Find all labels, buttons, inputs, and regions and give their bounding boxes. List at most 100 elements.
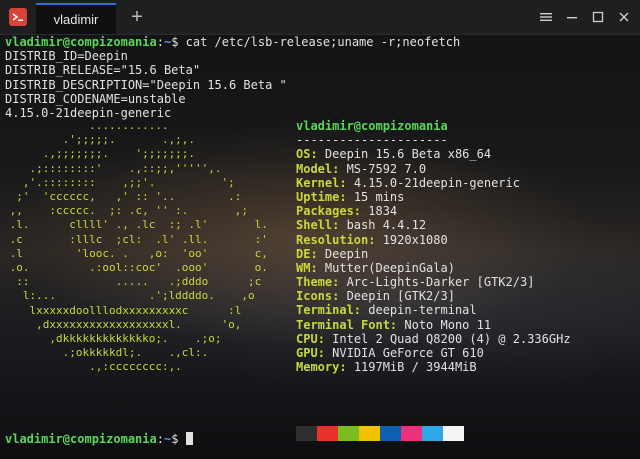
info-row: Kernel: 4.15.0-21deepin-generic (296, 175, 520, 190)
info-value: Arc-Lights-Darker [GTK2/3] (346, 275, 535, 290)
color-swatch (359, 426, 380, 441)
info-key: Model (296, 161, 333, 176)
logo-line: .l 'looc. . ,o: 'oo' c, (3, 246, 268, 260)
neofetch-info: vladimir@compizomania ------------------… (296, 119, 571, 374)
logo-line: ,, :ccccc. ;: .c, '' :. ,; (3, 204, 249, 218)
output-line: DISTRIB_CODENAME=unstable (5, 91, 186, 106)
info-key: Memory (296, 360, 340, 375)
output-line: DISTRIB_DESCRIPTION="Deepin 15.6 Beta " (5, 77, 287, 92)
logo-line: .;okkkkkdl;. .,cl:. (3, 346, 209, 360)
logo-line: ............ (3, 119, 169, 132)
info-value: 15 mins (353, 189, 405, 204)
logo-line: ;' 'cccccc, ,' :: '.. .: (3, 190, 242, 204)
info-row: Resolution: 1920x1080 (296, 232, 448, 247)
color-swatch (401, 426, 422, 441)
info-row: Memory: 1197MiB / 3944MiB (296, 360, 477, 375)
info-row: Terminal: deepin-terminal (296, 303, 477, 318)
logo-line: .o. .:ool::coc' .ooo' o. (3, 261, 268, 275)
logo-line: .,;;;;;;;. ';;;;;;;. (3, 147, 196, 161)
info-value: Deepin [GTK2/3] (346, 289, 455, 304)
logo-line: lxxxxxdoolllodxxxxxxxxxc :l (3, 303, 242, 317)
output-line: DISTRIB_RELEASE="15.6 Beta" (5, 63, 201, 78)
logo-line: l:... .';lddddo. ,o (3, 289, 255, 303)
info-row: Packages: 1834 (296, 204, 398, 219)
logo-line: ,'.:::::::: ,;;'. '; (3, 175, 235, 189)
info-key: Theme (296, 275, 333, 290)
info-row: WM: Mutter(DeepinGala) (296, 260, 455, 275)
info-value: Noto Mono 11 (404, 317, 492, 332)
title-bar: vladimir + (0, 0, 640, 35)
info-value: bash 4.4.12 (346, 218, 427, 233)
info-key: Terminal (296, 303, 354, 318)
new-tab-button[interactable]: + (126, 6, 148, 28)
prompt-user-host: vladimir@compizomania (5, 35, 157, 49)
info-row: Uptime: 15 mins (296, 189, 405, 204)
info-row: DE: Deepin (296, 246, 369, 261)
info-key: Kernel (296, 175, 340, 190)
info-row: Icons: Deepin [GTK2/3] (296, 289, 455, 304)
info-key: Resolution (296, 232, 369, 247)
info-key: GPU (296, 346, 318, 360)
neofetch-title: vladimir@compizomania (296, 119, 448, 133)
color-swatch (296, 426, 317, 441)
active-prompt-line: vladimir@compizomania:~$ (5, 432, 193, 446)
info-value: 1834 (368, 204, 398, 219)
color-swatch (338, 426, 359, 441)
info-row: Terminal Font: Noto Mono 11 (296, 317, 492, 332)
color-palette (296, 426, 464, 441)
menu-icon[interactable] (536, 7, 556, 27)
logo-line: .;::::::::' .,::;;,''''',. (3, 161, 222, 175)
info-value: Deepin 15.6 Beta x86_64 (324, 147, 492, 162)
close-icon[interactable] (614, 7, 634, 27)
logo-line: ,dxxxxxxxxxxxxxxxxxxl. 'o, (3, 317, 242, 331)
info-key: WM (296, 260, 311, 275)
info-value: 4.15.0-21deepin-generic (353, 175, 520, 190)
info-key: OS (296, 147, 311, 162)
info-value: 1197MiB / 3944MiB (353, 360, 477, 375)
color-swatch (422, 426, 443, 441)
tab-vladimir[interactable]: vladimir (36, 3, 116, 34)
prompt-symbol: $ (171, 432, 179, 446)
info-row: CPU: Intel 2 Quad Q8200 (4) @ 2.336GHz (296, 331, 571, 346)
logo-line: :: ..... .;dddo ;c (3, 275, 262, 289)
neofetch-divider: --------------------- (296, 133, 448, 148)
logo-line: .c :lllc ;cl: .l' .ll. :' (3, 232, 268, 246)
maximize-icon[interactable] (588, 7, 608, 27)
logo-line: ,dkkkkkkkkkkkkko;. .;o; (3, 332, 222, 346)
logo-line: .l. cllll' ., .lc :; .l' l. (3, 218, 268, 232)
info-key: Packages (296, 204, 354, 219)
info-row: Theme: Arc-Lights-Darker [GTK2/3] (296, 275, 535, 290)
color-swatch (380, 426, 401, 441)
text-cursor (185, 432, 193, 445)
info-value: Intel 2 Quad Q8200 (4) @ 2.336GHz (332, 331, 571, 346)
info-value: NVIDIA GeForce GT 610 (332, 346, 484, 360)
prompt-symbol: $ (171, 35, 179, 49)
info-key: CPU (296, 331, 318, 346)
terminal-app-icon (9, 8, 27, 26)
info-row: GPU: NVIDIA GeForce GT 610 (296, 346, 484, 360)
info-row: Model: MS-7592 7.0 (296, 161, 427, 176)
info-value: MS-7592 7.0 (346, 161, 427, 176)
info-key: Shell (296, 218, 333, 233)
info-value: Mutter(DeepinGala) (324, 260, 455, 275)
logo-line: .,:cccccccc:,. (3, 360, 182, 374)
info-key: Terminal Font (296, 317, 390, 332)
prompt-separator: : (156, 432, 164, 446)
info-key: Icons (296, 289, 333, 304)
info-key: DE (296, 246, 311, 261)
info-key: Uptime (296, 189, 340, 204)
logo-line: .';;;;;. .,;,. (3, 133, 196, 147)
terminal-window: vladimir + vladimir@compizomania:~$ cat … (0, 0, 640, 459)
output-line: DISTRIB_ID=Deepin (5, 49, 128, 64)
info-value: 1920x1080 (382, 232, 448, 247)
info-value: deepin-terminal (368, 303, 477, 318)
color-swatch (443, 426, 464, 441)
terminal-area[interactable]: vladimir@compizomania:~$ cat /etc/lsb-re… (0, 35, 640, 459)
info-row: Shell: bash 4.4.12 (296, 218, 427, 233)
prompt-separator: : (156, 35, 164, 49)
info-row: OS: Deepin 15.6 Beta x86_64 (296, 147, 492, 162)
minimize-icon[interactable] (562, 7, 582, 27)
color-swatch (317, 426, 338, 441)
prompt-user-host: vladimir@compizomania (5, 432, 157, 446)
info-value: Deepin (324, 246, 369, 261)
